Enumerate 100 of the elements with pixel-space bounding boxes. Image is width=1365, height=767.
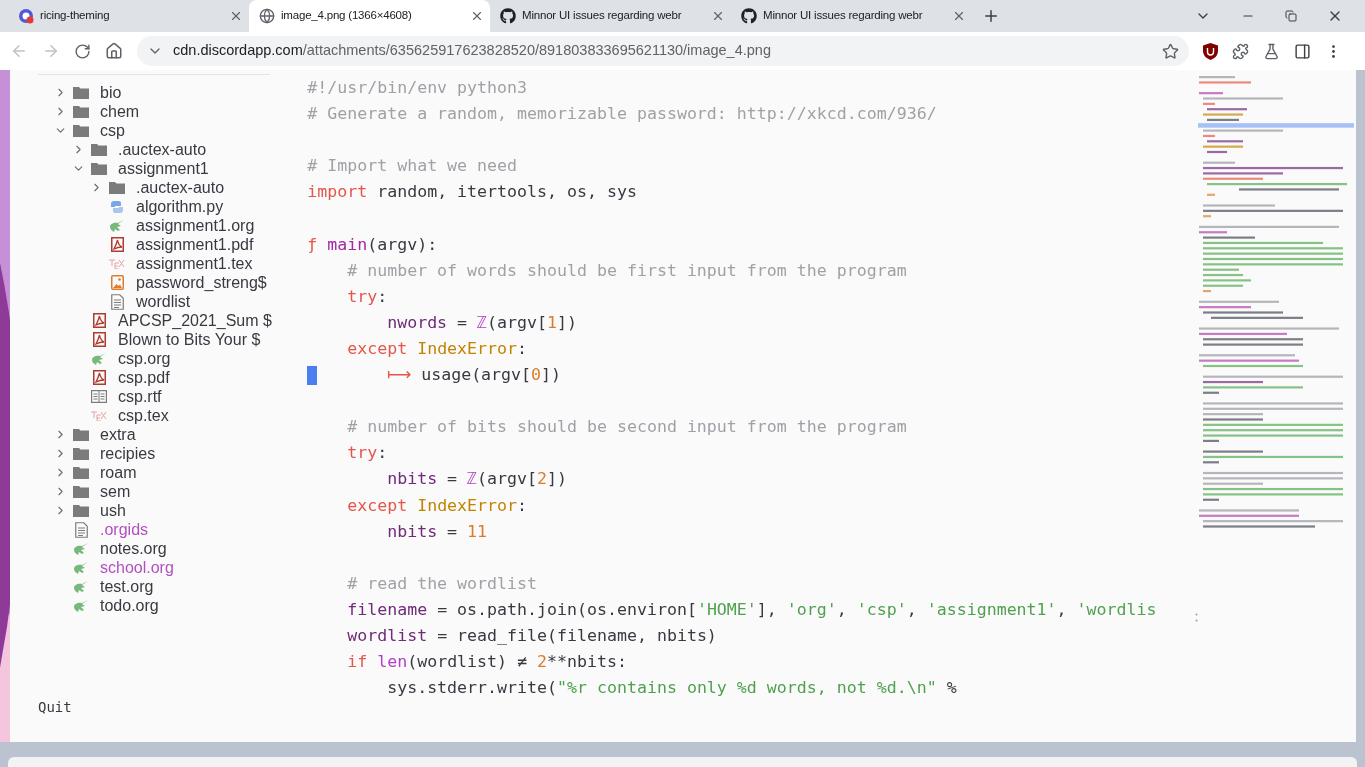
tree-row[interactable]: .orgids <box>52 520 300 539</box>
code-line: nbits = ℤ(argv[2]) <box>386 469 568 489</box>
file-name: csp <box>100 120 125 141</box>
folder-icon <box>73 428 89 441</box>
browser-tab[interactable]: image_4.png (1366×4608) <box>249 0 490 32</box>
code-line: # read the wordlist <box>346 573 538 593</box>
new-tab-icon[interactable] <box>982 7 1000 25</box>
file-name: algorithm.py <box>136 196 224 217</box>
tree-row[interactable]: assignment1.pdf <box>88 235 300 254</box>
tree-row[interactable]: .auctex-auto <box>88 178 300 197</box>
tree-row[interactable]: assignment1.tex <box>88 254 300 273</box>
code-line: except IndexError: <box>346 338 528 358</box>
code-line: try: <box>346 443 388 463</box>
folder-icon <box>91 143 107 156</box>
code-line: ƒ main(argv): <box>307 234 438 254</box>
unicorn-icon <box>91 351 107 366</box>
file-name: .auctex-auto <box>118 139 207 160</box>
tex-file-icon <box>109 258 125 269</box>
line-continuation-icon <box>1195 613 1198 622</box>
app-icon <box>18 8 34 24</box>
tree-row[interactable]: test.org <box>52 577 300 596</box>
tree-row[interactable]: algorithm.py <box>88 197 300 216</box>
pdf-icon <box>92 370 106 385</box>
folder-icon <box>73 105 89 118</box>
home-icon[interactable] <box>105 42 123 60</box>
file-name: school.org <box>100 557 174 578</box>
file-name: test.org <box>100 576 154 597</box>
tree-row[interactable]: roam <box>52 463 300 482</box>
code-line: # number of bits should be second input from the program <box>346 417 907 437</box>
tree-row[interactable]: bio <box>52 83 300 102</box>
unicorn-icon <box>73 560 89 575</box>
file-name: notes.org <box>100 538 167 559</box>
tree-row[interactable]: school.org <box>52 558 300 577</box>
puzzle-icon[interactable] <box>1232 42 1249 60</box>
url-text: cdn.discordapp.com/attachments/635625917623828520/891803833695621130/image_4.png <box>173 41 772 61</box>
side-panel-icon[interactable] <box>1294 42 1311 60</box>
code-line: #!/usr/bin/env python3 <box>307 78 528 97</box>
code-line: ⟼ usage(argv[0]) <box>386 365 562 385</box>
pdf-icon <box>92 332 106 347</box>
document-icon <box>110 293 124 310</box>
folder-icon <box>73 124 89 137</box>
tree-row[interactable]: todo.org <box>52 596 300 615</box>
tree-row[interactable]: assignment1 <box>70 159 300 178</box>
restore-icon[interactable] <box>1285 10 1297 22</box>
unicorn-icon <box>73 598 89 613</box>
file-name: assignment1.org <box>136 215 255 236</box>
close-icon[interactable] <box>711 9 725 23</box>
shield-icon[interactable] <box>1203 42 1218 60</box>
tree-row[interactable]: assignment1.org <box>88 216 300 235</box>
file-name: .orgids <box>100 519 149 540</box>
folder-icon <box>73 466 89 479</box>
address-bar[interactable]: cdn.discordapp.com/attachments/635625917623828520/891803833695621130/image_4.png <box>137 36 1189 66</box>
tree-row[interactable]: wordlist <box>88 292 300 311</box>
close-icon[interactable] <box>229 9 243 23</box>
tree-row[interactable]: csp.org <box>70 349 300 368</box>
unicorn-icon <box>73 579 89 594</box>
code-line: # number of words should be first input from the program <box>346 260 907 280</box>
code-line: filename = os.path.join(os.environ['HOME'], 'org', 'csp', 'assignment1', 'wordlis <box>346 599 1157 619</box>
tree-row[interactable]: password_streng$ <box>88 273 300 292</box>
file-name: recipies <box>100 443 156 464</box>
tree-row[interactable]: APCSP_2021_Sum $ <box>70 311 300 330</box>
tree-row[interactable]: csp.tex <box>70 406 300 425</box>
unicorn-icon <box>109 218 125 233</box>
tree-row[interactable]: csp.rtf <box>70 387 300 406</box>
reload-icon[interactable] <box>74 42 91 60</box>
tree-row[interactable]: notes.org <box>52 539 300 558</box>
browser-tab[interactable]: Minnor UI issues regarding webr <box>490 0 731 32</box>
tree-row[interactable]: Blown to Bits Your $ <box>70 330 300 349</box>
folder-icon <box>73 86 89 99</box>
tree-row[interactable]: .auctex-auto <box>70 140 300 159</box>
file-name: csp.rtf <box>118 386 162 407</box>
tree-row[interactable]: ush <box>52 501 300 520</box>
bookmark-star-icon[interactable] <box>1162 42 1179 60</box>
file-name: wordlist <box>136 291 191 312</box>
tex-file-icon <box>91 410 107 421</box>
flask-icon[interactable] <box>1263 42 1280 60</box>
quit-label[interactable]: Quit <box>38 697 72 718</box>
pdf-icon <box>92 313 106 328</box>
close-icon[interactable] <box>470 9 484 23</box>
tree-row[interactable]: csp.pdf <box>70 368 300 387</box>
file-name: assignment1 <box>118 158 209 179</box>
code-line: sys.stderr.write("%r contains only %d words, not %d.\n" % <box>386 678 957 698</box>
close-icon[interactable] <box>952 9 966 23</box>
file-name: roam <box>100 462 137 483</box>
tab-title: Minnor UI issues regarding webr <box>763 8 924 24</box>
tree-row[interactable]: csp <box>52 121 300 140</box>
browser-tab[interactable]: Minnor UI issues regarding webr <box>731 0 972 32</box>
tree-row[interactable]: chem <box>52 102 300 121</box>
unicorn-icon <box>73 541 89 556</box>
folder-icon <box>109 181 125 194</box>
file-name: extra <box>100 424 136 445</box>
image-icon <box>110 275 124 290</box>
tree-row[interactable]: extra <box>52 425 300 444</box>
code-line: except IndexError: <box>346 495 528 515</box>
browser-tab[interactable]: ricing-theming <box>8 0 249 32</box>
tree-row[interactable]: sem <box>52 482 300 501</box>
github-icon <box>741 8 757 24</box>
tree-row[interactable]: recipies <box>52 444 300 463</box>
code-line: nwords = ℤ(argv[1]) <box>386 312 578 332</box>
code-line: if len(wordlist) ≠ 2**nbits: <box>346 652 627 672</box>
